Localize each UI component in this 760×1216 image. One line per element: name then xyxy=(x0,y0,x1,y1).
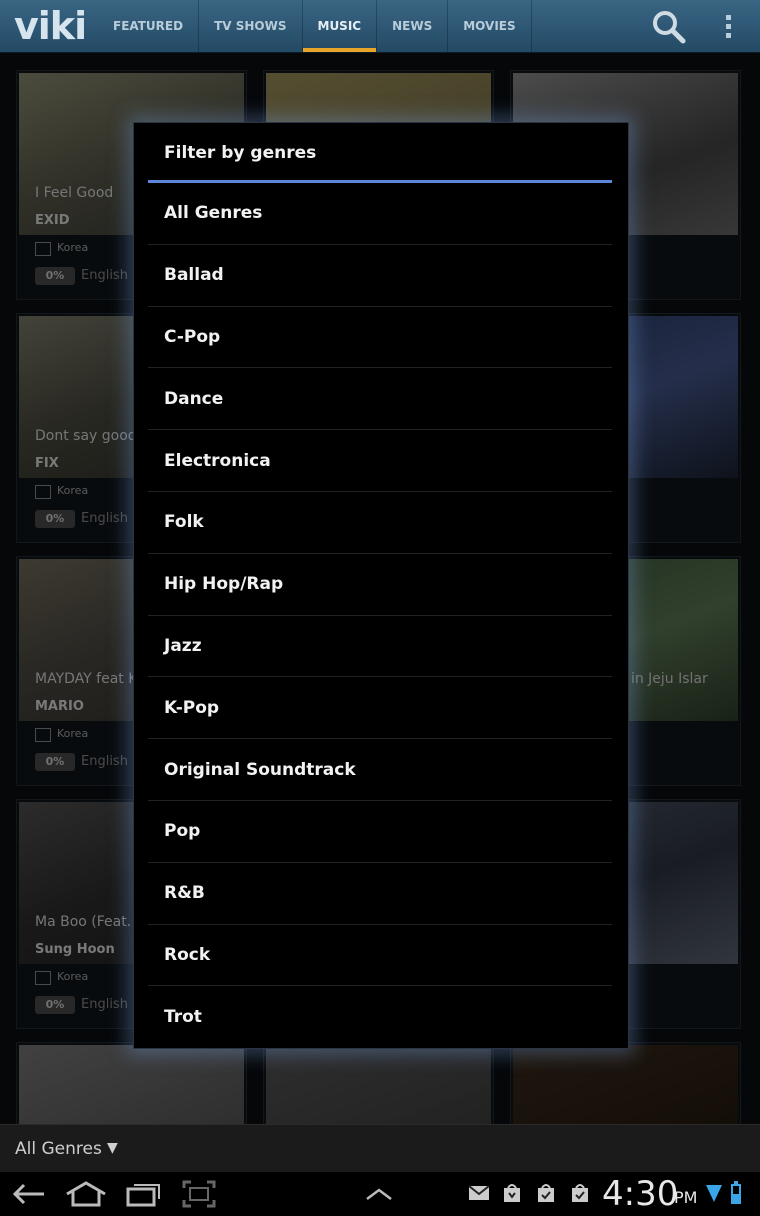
genre-option-ballad[interactable]: Ballad xyxy=(148,245,612,307)
clock-ampm: PM xyxy=(674,1188,698,1207)
genre-option-hip-hop-rap[interactable]: Hip Hop/Rap xyxy=(148,554,612,616)
clock-time: 4:30 xyxy=(602,1174,679,1214)
recent-apps-icon[interactable] xyxy=(126,1181,162,1207)
genre-filter-bar[interactable]: All Genres ▼ xyxy=(0,1124,760,1173)
installed-bag-icon xyxy=(538,1184,554,1202)
genre-option-folk[interactable]: Folk xyxy=(148,492,612,554)
genre-filter-selected[interactable]: All Genres xyxy=(15,1139,102,1159)
dropdown-caret-icon[interactable]: ▼ xyxy=(107,1140,118,1156)
screenshot-icon[interactable] xyxy=(182,1180,216,1208)
tab-news[interactable]: NEWS xyxy=(377,0,449,52)
genre-option-pop[interactable]: Pop xyxy=(148,801,612,863)
tab-tv-shows[interactable]: TV SHOWS xyxy=(199,0,303,52)
genre-option-dance[interactable]: Dance xyxy=(148,368,612,431)
genre-option-jazz[interactable]: Jazz xyxy=(148,616,612,678)
action-bar: viki FEATURED TV SHOWS MUSIC NEWS MOVIES xyxy=(0,0,760,53)
download-bag-icon xyxy=(504,1184,520,1202)
genre-option-r-and-b[interactable]: R&B xyxy=(148,863,612,925)
wifi-icon xyxy=(706,1185,722,1202)
genre-option-electronica[interactable]: Electronica xyxy=(148,430,612,492)
tab-movies[interactable]: MOVIES xyxy=(448,0,532,52)
chevron-up-icon[interactable] xyxy=(364,1186,394,1202)
genre-option-trot[interactable]: Trot xyxy=(148,986,612,1048)
genre-option-k-pop[interactable]: K-Pop xyxy=(148,677,612,740)
genre-option-c-pop[interactable]: C-Pop xyxy=(148,307,612,369)
overflow-menu-icon[interactable] xyxy=(724,14,734,40)
back-icon[interactable] xyxy=(12,1182,46,1206)
viki-logo[interactable]: viki xyxy=(14,6,87,46)
genre-option-all-genres[interactable]: All Genres xyxy=(148,183,612,245)
tab-featured[interactable]: FEATURED xyxy=(98,0,200,52)
system-bar: 4:30 PM xyxy=(0,1172,760,1216)
genre-option-original-soundtrack[interactable]: Original Soundtrack xyxy=(148,739,612,801)
dialog-title: Filter by genres xyxy=(164,143,317,163)
home-icon[interactable] xyxy=(64,1180,108,1208)
search-icon[interactable] xyxy=(652,10,686,44)
genre-filter-dialog: Filter by genres All Genres Ballad C-Pop… xyxy=(133,122,629,1049)
genre-option-rock[interactable]: Rock xyxy=(148,925,612,987)
nav-tabs: FEATURED TV SHOWS MUSIC NEWS MOVIES xyxy=(98,0,532,52)
battery-icon xyxy=(731,1181,741,1204)
gmail-icon xyxy=(468,1185,490,1200)
tab-music[interactable]: MUSIC xyxy=(302,0,378,52)
installed-bag-icon xyxy=(572,1184,588,1202)
genre-options-list: All Genres Ballad C-Pop Dance Electronic… xyxy=(148,183,612,1048)
